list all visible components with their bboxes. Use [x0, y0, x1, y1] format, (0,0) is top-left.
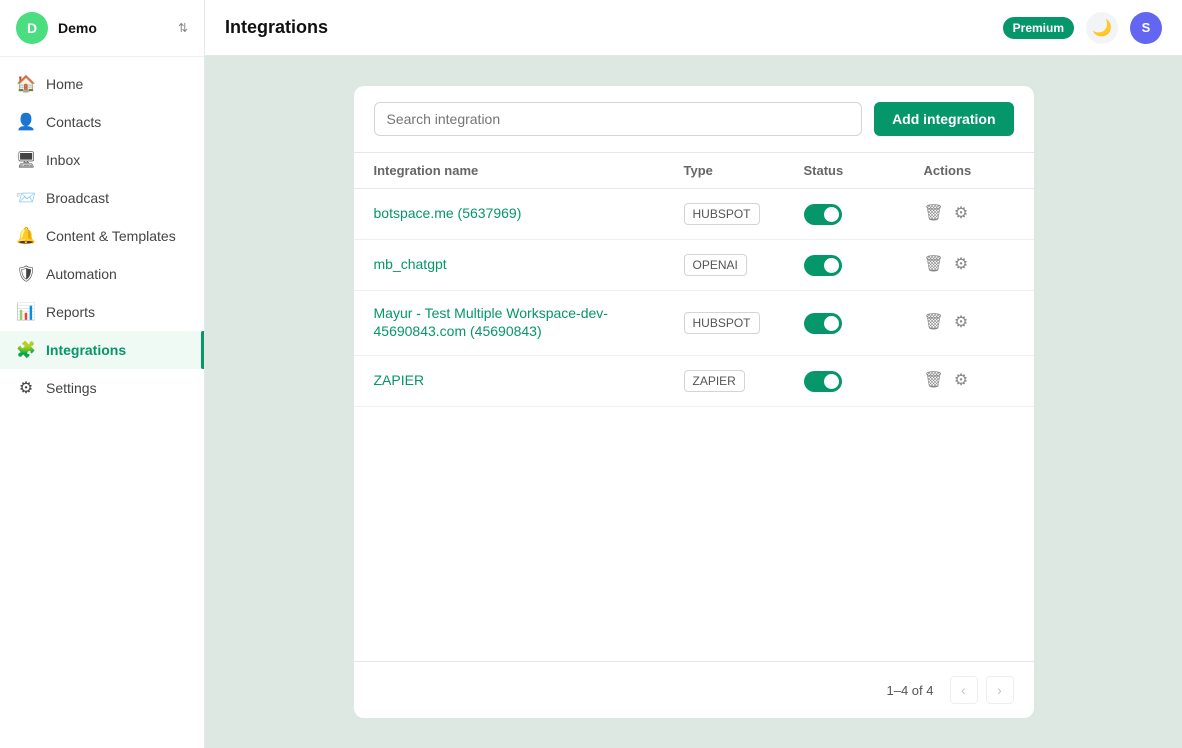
panel-toolbar: Add integration	[354, 86, 1034, 152]
search-input[interactable]	[374, 102, 863, 136]
status-toggle[interactable]	[804, 313, 842, 334]
content-templates-icon: 🔔	[16, 226, 36, 246]
settings-icon: ⚙	[16, 378, 36, 398]
sidebar-item-label: Settings	[46, 380, 97, 396]
col-header-type: Type	[684, 163, 804, 178]
chevron-icon: ⇅	[178, 21, 188, 35]
page-title: Integrations	[225, 17, 991, 38]
sidebar-header[interactable]: D Demo ⇅	[0, 0, 204, 57]
home-icon: 🏠	[16, 74, 36, 94]
delete-icon[interactable]: 🗑	[924, 257, 944, 273]
broadcast-icon: 📨	[16, 188, 36, 208]
type-badge: HUBSPOT	[684, 312, 760, 334]
sidebar-item-automation[interactable]: 🛡 Automation	[0, 255, 204, 293]
inbox-icon: 🖥	[16, 150, 36, 170]
main-area: Integrations Premium 🌙 S Add integration…	[205, 0, 1182, 748]
sidebar-item-settings[interactable]: ⚙ Settings	[0, 369, 204, 407]
integrations-icon: 🧩	[16, 340, 36, 360]
settings-icon[interactable]: ⚙	[954, 315, 968, 331]
automation-icon: 🛡	[16, 264, 36, 284]
integration-name-link[interactable]: Mayur - Test Multiple Workspace-dev-4569…	[374, 305, 608, 339]
reports-icon: 📊	[16, 302, 36, 322]
sidebar-item-label: Home	[46, 76, 83, 92]
type-badge: OPENAI	[684, 254, 747, 276]
sidebar-item-label: Reports	[46, 304, 95, 320]
col-header-actions: Actions	[924, 163, 1014, 178]
settings-icon[interactable]: ⚙	[954, 206, 968, 222]
search-wrapper	[374, 102, 863, 136]
sidebar-item-label: Broadcast	[46, 190, 109, 206]
premium-badge: Premium	[1003, 17, 1074, 39]
type-badge: HUBSPOT	[684, 203, 760, 225]
content-area: Add integration Integration name Type St…	[205, 56, 1182, 748]
table-header: Integration name Type Status Actions	[354, 152, 1034, 189]
integration-name-link[interactable]: ZAPIER	[374, 372, 425, 388]
panel-footer: 1–4 of 4 ‹ ›	[354, 661, 1034, 718]
delete-icon[interactable]: 🗑	[924, 315, 944, 331]
pagination-text: 1–4 of 4	[887, 683, 934, 698]
dark-mode-toggle[interactable]: 🌙	[1086, 12, 1118, 44]
sidebar-item-label: Inbox	[46, 152, 80, 168]
sidebar-item-reports[interactable]: 📊 Reports	[0, 293, 204, 331]
user-avatar[interactable]: S	[1130, 12, 1162, 44]
sidebar-item-contacts[interactable]: 👤 Contacts	[0, 103, 204, 141]
sidebar-item-broadcast[interactable]: 📨 Broadcast	[0, 179, 204, 217]
status-toggle[interactable]	[804, 371, 842, 392]
table-row: Mayur - Test Multiple Workspace-dev-4569…	[354, 291, 1034, 356]
sidebar-item-content-templates[interactable]: 🔔 Content & Templates	[0, 217, 204, 255]
sidebar-item-label: Contacts	[46, 114, 101, 130]
integrations-panel: Add integration Integration name Type St…	[354, 86, 1034, 718]
delete-icon[interactable]: 🗑	[924, 206, 944, 222]
sidebar-item-integrations[interactable]: 🧩 Integrations	[0, 331, 204, 369]
pagination-next-button[interactable]: ›	[986, 676, 1014, 704]
settings-icon[interactable]: ⚙	[954, 257, 968, 273]
table-row: ZAPIER ZAPIER 🗑 ⚙	[354, 356, 1034, 407]
workspace-avatar: D	[16, 12, 48, 44]
sidebar-nav: 🏠 Home 👤 Contacts 🖥 Inbox 📨 Broadcast 🔔 …	[0, 57, 204, 748]
table-row: botspace.me (5637969) HUBSPOT 🗑 ⚙	[354, 189, 1034, 240]
sidebar-item-label: Content & Templates	[46, 228, 176, 244]
type-badge: ZAPIER	[684, 370, 745, 392]
col-header-name: Integration name	[374, 163, 684, 178]
status-toggle[interactable]	[804, 255, 842, 276]
sidebar-item-inbox[interactable]: 🖥 Inbox	[0, 141, 204, 179]
sidebar: D Demo ⇅ 🏠 Home 👤 Contacts 🖥 Inbox 📨 Bro…	[0, 0, 205, 748]
topbar: Integrations Premium 🌙 S	[205, 0, 1182, 56]
table-body: botspace.me (5637969) HUBSPOT 🗑 ⚙ mb_cha…	[354, 189, 1034, 661]
add-integration-button[interactable]: Add integration	[874, 102, 1013, 136]
pagination-prev-button[interactable]: ‹	[950, 676, 978, 704]
sidebar-item-label: Automation	[46, 266, 117, 282]
delete-icon[interactable]: 🗑	[924, 373, 944, 389]
integration-name-link[interactable]: mb_chatgpt	[374, 256, 447, 272]
col-header-status: Status	[804, 163, 924, 178]
workspace-name: Demo	[58, 20, 168, 36]
settings-icon[interactable]: ⚙	[954, 373, 968, 389]
sidebar-item-label: Integrations	[46, 342, 126, 358]
contacts-icon: 👤	[16, 112, 36, 132]
table-row: mb_chatgpt OPENAI 🗑 ⚙	[354, 240, 1034, 291]
integration-name-link[interactable]: botspace.me (5637969)	[374, 205, 522, 221]
status-toggle[interactable]	[804, 204, 842, 225]
sidebar-item-home[interactable]: 🏠 Home	[0, 65, 204, 103]
